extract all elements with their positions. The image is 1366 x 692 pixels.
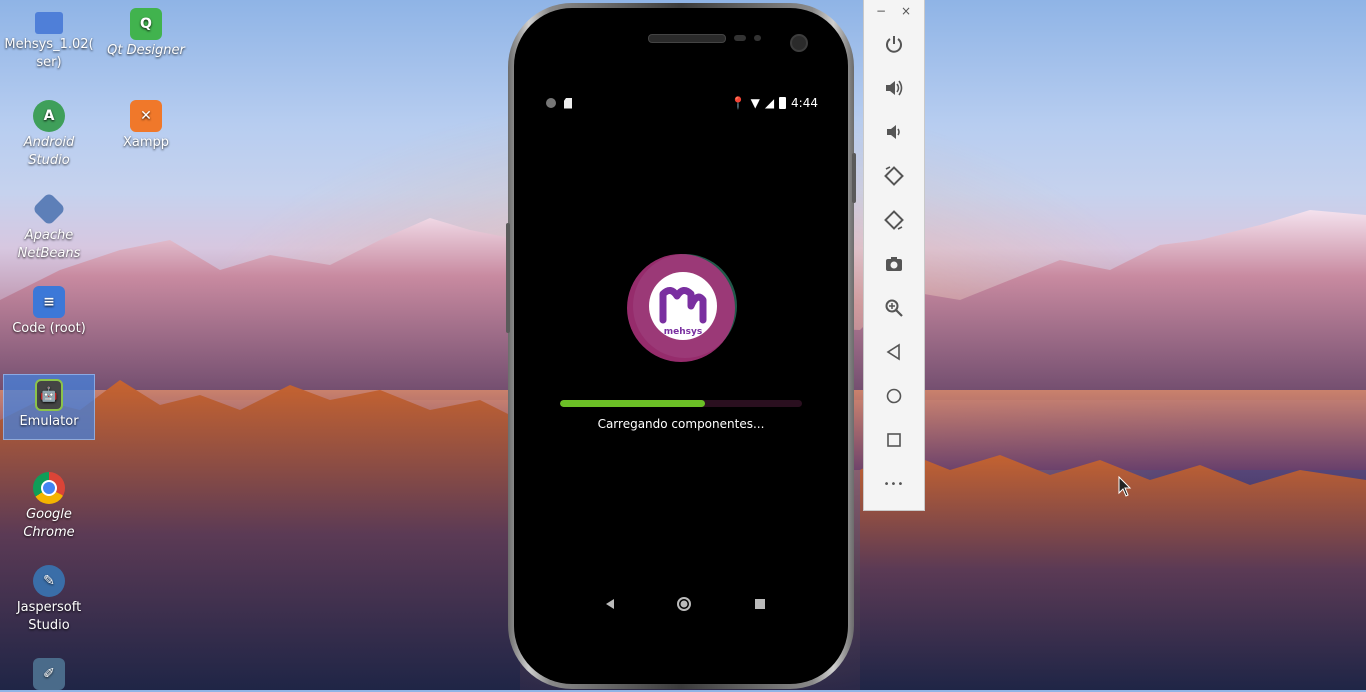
front-camera — [790, 34, 808, 52]
netbeans-icon — [32, 192, 66, 226]
back-icon[interactable] — [882, 340, 906, 364]
desktop-icon-label: Emulator — [19, 414, 79, 429]
minimize-icon[interactable]: − — [874, 4, 888, 18]
desktop-icon-emulator[interactable]: 🤖 Emulator — [3, 374, 95, 440]
home-circle-icon — [677, 597, 691, 611]
mouse-cursor-icon — [1118, 476, 1132, 497]
home-icon[interactable] — [882, 384, 906, 408]
emulator-toolbar: − × ••• — [863, 0, 925, 511]
folder-icon — [35, 12, 63, 34]
rotate-left-icon[interactable] — [882, 164, 906, 188]
close-icon[interactable]: × — [899, 4, 913, 18]
desktop-icon-mehsys-folder[interactable]: Mehsys_1.02(ser) — [4, 8, 94, 72]
desktop-icon-label: Google Chrome — [23, 507, 75, 540]
desktop-icon-label: Qt Designer — [107, 43, 185, 58]
desktop-icon-label: Code (root) — [12, 321, 86, 336]
loading-progress-fill — [560, 400, 706, 407]
phone-sensor — [754, 35, 761, 41]
signal-icon: ◢ — [764, 96, 775, 110]
app-brand-text: mehsys — [664, 327, 702, 337]
phone-sensor — [734, 35, 746, 41]
zoom-icon[interactable] — [882, 296, 906, 320]
volume-up-icon[interactable] — [882, 76, 906, 100]
desktop-icon-partial[interactable]: ✐ — [4, 658, 94, 692]
notification-dot-icon — [546, 98, 556, 108]
power-icon[interactable] — [882, 32, 906, 56]
xampp-icon: ✕ — [130, 100, 162, 132]
app-logo: mehsys — [627, 250, 739, 362]
sd-card-icon — [564, 97, 572, 109]
desktop-icon-label: Jaspersoft Studio — [16, 600, 82, 633]
loading-text: Carregando componentes... — [597, 417, 765, 431]
mysql-workbench-icon: ✐ — [33, 658, 65, 690]
desktop-icon-netbeans[interactable]: Apache NetBeans — [4, 192, 94, 263]
wifi-icon: ▼ — [750, 96, 760, 110]
volume-down-icon[interactable] — [882, 120, 906, 144]
desktop-icon-label: Mehsys_1.02(ser) — [4, 37, 94, 70]
chrome-icon — [33, 472, 65, 504]
screenshot-camera-icon[interactable] — [882, 252, 906, 276]
qt-designer-icon: Q — [130, 8, 162, 40]
desktop-icon-jaspersoft-studio[interactable]: ✎ Jaspersoft Studio — [4, 565, 94, 635]
battery-icon — [779, 97, 787, 109]
android-emulator-icon: 🤖 — [35, 379, 63, 411]
android-status-bar: 📍 ▼ ◢ 4:44 — [546, 94, 818, 112]
back-triangle-icon — [606, 599, 614, 609]
desktop-icon-label: Xampp — [122, 135, 170, 150]
more-icon[interactable]: ••• — [882, 472, 906, 496]
phone-side-button[interactable] — [506, 223, 510, 333]
android-studio-icon: A — [33, 100, 65, 132]
location-icon: 📍 — [730, 96, 746, 110]
status-time: 4:44 — [791, 96, 818, 110]
android-nav-bar — [514, 594, 848, 614]
overview-square-icon — [755, 599, 765, 609]
phone-screen[interactable]: 📍 ▼ ◢ 4:44 mehsys Carregando componentes… — [514, 8, 848, 684]
phone-speaker — [648, 34, 726, 43]
desktop-icon-code-root[interactable]: ≡ Code (root) — [4, 286, 94, 338]
nav-overview-button[interactable] — [750, 594, 770, 614]
desktop-icon-google-chrome[interactable]: Google Chrome — [4, 472, 94, 542]
overview-icon[interactable] — [882, 428, 906, 452]
desktop-icon-label: Android Studio — [23, 135, 75, 168]
desktop-icon-xampp[interactable]: ✕ Xampp — [101, 100, 191, 152]
desktop-icon-android-studio[interactable]: A Android Studio — [4, 100, 94, 170]
rotate-right-icon[interactable] — [882, 208, 906, 232]
nav-back-button[interactable] — [600, 594, 620, 614]
phone-power-button[interactable] — [852, 153, 856, 203]
desktop-icon-label: Apache NetBeans — [17, 228, 81, 261]
loading-progress-bar — [560, 400, 802, 407]
vscode-icon: ≡ — [33, 286, 65, 318]
android-emulator-phone: 📍 ▼ ◢ 4:44 mehsys Carregando componentes… — [506, 3, 856, 689]
desktop-icon-qt-designer[interactable]: Q Qt Designer — [101, 8, 191, 60]
jaspersoft-icon: ✎ — [33, 565, 65, 597]
nav-home-button[interactable] — [674, 594, 694, 614]
